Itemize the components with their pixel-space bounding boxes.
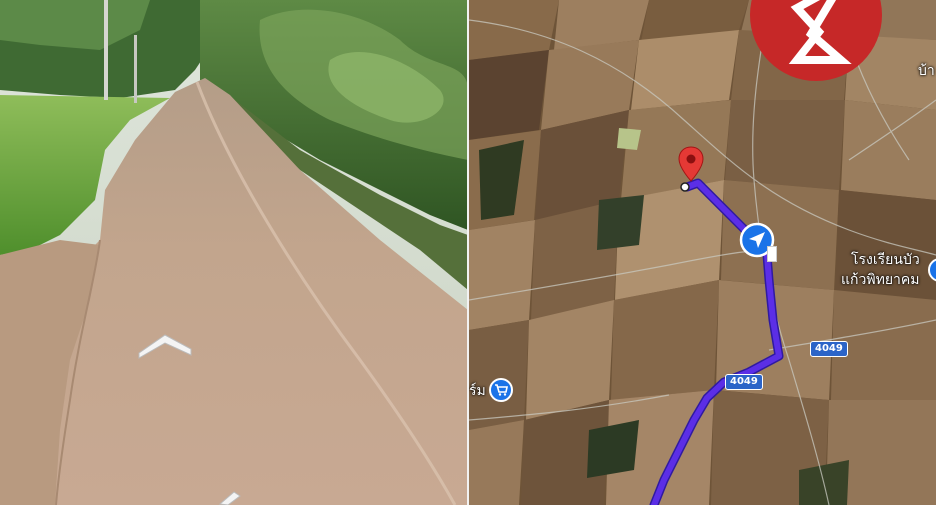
forward-arrow-icon[interactable] xyxy=(137,331,193,359)
map-panel[interactable]: 4049 4049 โรงเรียนบัว แก้วพิทยาคม บ้า ร์… xyxy=(469,0,936,505)
school-label-line2[interactable]: แก้วพิทยาคม xyxy=(841,271,919,290)
street-view-image xyxy=(0,0,468,505)
place-label-fragment[interactable]: ร์ม xyxy=(469,382,486,401)
road-number-badge: 4049 xyxy=(810,341,848,357)
school-label-line1[interactable]: โรงเรียนบัว xyxy=(851,251,920,270)
destination-pin-icon[interactable] xyxy=(678,146,704,182)
road-number-badge: 4049 xyxy=(725,374,763,390)
place-label-fragment[interactable]: บ้า xyxy=(918,62,935,81)
brand-logo-icon xyxy=(750,0,882,81)
backward-arrow-icon[interactable] xyxy=(218,490,242,505)
street-view-panel[interactable] xyxy=(0,0,468,505)
shopping-cart-icon[interactable] xyxy=(489,378,513,402)
route-marker xyxy=(767,246,777,262)
